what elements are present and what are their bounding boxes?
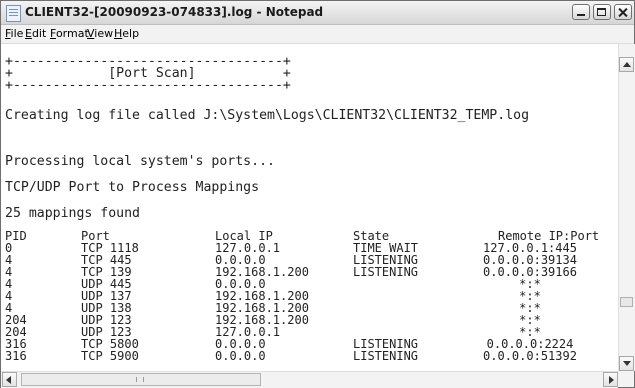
text-line: TCP/UDP Port to Process Mappings xyxy=(5,180,260,195)
cell-remote-ip-port: 0.0.0.0:51392 xyxy=(483,349,577,363)
horizontal-scrollbar[interactable] xyxy=(1,371,618,388)
scroll-up-button[interactable] xyxy=(619,57,634,72)
cell-pid: 316 xyxy=(5,349,27,363)
chevron-down-icon xyxy=(623,361,631,366)
text-line: Processing local system's ports... xyxy=(5,154,275,169)
cell-state: LISTENING xyxy=(353,349,419,363)
cell-local-ip: 0.0.0.0 xyxy=(215,349,266,363)
minimize-button[interactable] xyxy=(572,4,590,20)
cell-state: LISTENING xyxy=(353,265,419,279)
maximize-button[interactable] xyxy=(593,4,611,20)
menu-bar: File Edit Format View Help xyxy=(1,25,634,44)
menu-view[interactable]: View xyxy=(87,27,113,40)
chevron-left-icon xyxy=(6,376,11,384)
scroll-right-button[interactable] xyxy=(603,372,618,387)
vertical-scrollbar[interactable] xyxy=(618,44,635,371)
vertical-scroll-thumb[interactable] xyxy=(620,297,633,307)
resize-grip[interactable] xyxy=(618,371,634,387)
menu-file[interactable]: File xyxy=(5,27,23,40)
chevron-right-icon xyxy=(609,376,614,384)
text-line: 25 mappings found xyxy=(5,206,140,221)
notepad-window: CLIENT32-[20090923-074833].log - Notepad… xyxy=(0,0,635,388)
cell-port: TCP 5900 xyxy=(81,349,139,363)
text-editor-area[interactable]: +----------------------------------+ + [… xyxy=(3,44,617,369)
scroll-left-button[interactable] xyxy=(2,372,17,387)
menu-edit[interactable]: Edit xyxy=(25,27,46,40)
text-line: Creating log file called J:\System\Logs\… xyxy=(5,108,530,123)
horizontal-scroll-thumb[interactable] xyxy=(21,373,261,386)
menu-help[interactable]: Help xyxy=(114,27,139,40)
window-title: CLIENT32-[20090923-074833].log - Notepad xyxy=(25,5,324,19)
scroll-down-button[interactable] xyxy=(619,356,634,371)
notepad-icon[interactable] xyxy=(6,5,21,22)
text-line: +----------------------------------+ xyxy=(5,78,291,93)
menu-format[interactable]: Format xyxy=(50,27,89,40)
close-button[interactable] xyxy=(614,4,632,20)
chevron-up-icon xyxy=(623,62,631,67)
title-bar[interactable]: CLIENT32-[20090923-074833].log - Notepad xyxy=(1,1,634,25)
